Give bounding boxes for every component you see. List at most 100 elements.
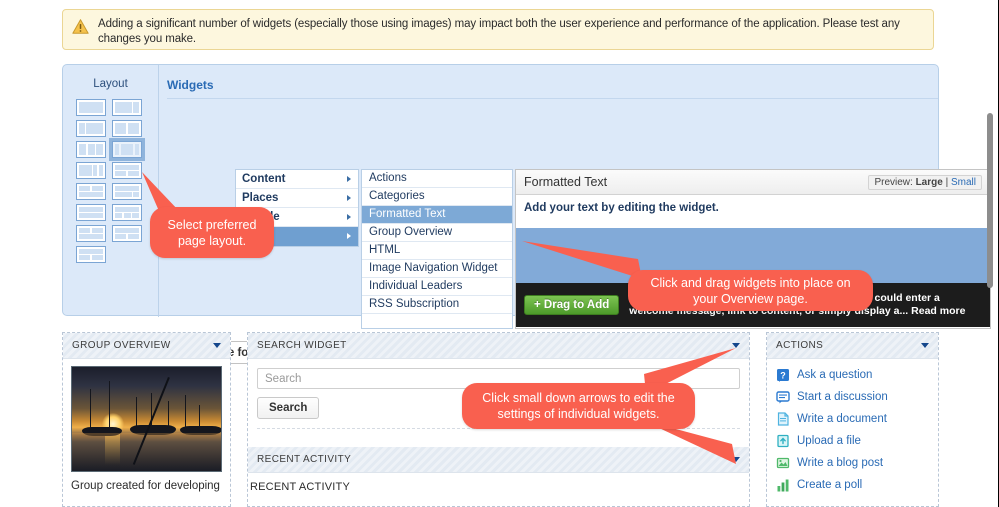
overview-column-left: GROUP OVERVIEW Group created [62,332,231,507]
layout-thumbnail-row [79,144,103,155]
warning-banner: Adding a significant number of widgets (… [62,9,934,50]
layout-thumbnail-cell [79,165,92,176]
widget-name-list[interactable]: ActionsCategoriesFormatted TextGroup Ove… [361,169,513,329]
chevron-down-icon[interactable] [921,343,929,348]
layout-thumbnail-cell [79,144,86,155]
widget-item-group-overview[interactable]: Group Overview [362,224,512,242]
widget-item-individual-leaders[interactable]: Individual Leaders [362,278,512,296]
layout-thumbnail-cell [93,165,97,176]
layout-thumbnail-cell [96,144,103,155]
widget-item-categories[interactable]: Categories [362,188,512,206]
layout-thumbnail-header-and-body[interactable] [76,204,106,221]
layout-thumbnail-wide-left-two-narrow[interactable] [76,162,106,179]
layout-thumbnail-row [79,165,103,176]
layout-thumbnail-three-equal-columns[interactable] [76,141,106,158]
page-scrollbar-thumb[interactable] [987,113,993,288]
actions-list[interactable]: ?Ask a question Start a discussion Write a… [767,359,938,496]
layout-thumbnail-cell [88,144,95,155]
layout-thumbnail-cell [135,144,139,155]
chevron-down-icon[interactable] [213,343,221,348]
preview-body-text: Add your text by editing the widget. [516,195,990,228]
layout-thumbnail-cell [115,165,139,170]
layout-thumbnail-cell [115,228,139,233]
layout-thumbnail-cell [128,171,139,176]
search-button[interactable]: Search [257,397,319,419]
widget-item-html[interactable]: HTML [362,242,512,260]
drag-callout: Click and drag widgets into place on you… [628,270,873,311]
layout-thumbnail-cell [115,192,132,197]
harbor-sunset-photo [71,366,222,472]
upload-file-icon [776,434,790,448]
layout-thumbnail-cell [115,123,126,134]
group-overview-title: GROUP OVERVIEW [72,340,171,351]
question-icon: ? [776,368,790,382]
preview-size-toggle[interactable]: Preview: Large | Small [868,175,982,190]
drag-to-add-button[interactable]: + Drag to Add [524,295,619,315]
layout-thumbnail-full-over-two-small[interactable] [76,246,106,263]
preview-toggle-large[interactable]: Large [916,177,943,188]
widget-category-label: Places [242,192,278,204]
search-widget-title: SEARCH WIDGET [257,340,347,351]
layout-thumbnail-two-equal-columns[interactable] [112,120,142,137]
layout-thumbnail-row [115,123,139,134]
layout-thumbnail-wide-left-narrow-right[interactable] [112,99,142,116]
widget-item-image-navigation-widget[interactable]: Image Navigation Widget [362,260,512,278]
poll-chart-icon [776,478,790,492]
action-create-a-poll[interactable]: Create a poll [767,474,938,496]
widgets-heading: Widgets [167,65,938,92]
layout-thumbnail-cell [92,255,103,260]
layout-thumbnail-full-header-two-columns[interactable] [112,162,142,179]
layout-thumbnail-row [115,186,139,191]
chevron-right-icon [347,195,351,201]
layout-thumbnail-cell [92,228,103,233]
layout-thumbnail-cell [115,207,139,212]
group-overview-header: GROUP OVERVIEW [63,333,230,359]
layout-thumbnail-two-columns-over-full[interactable] [76,225,106,242]
layout-thumbnail-row [115,228,139,233]
layout-thumbnail-cell [79,228,90,233]
layout-thumbnail-grid[interactable] [76,99,148,263]
layout-thumbnail-cell [79,192,103,197]
action-label: Upload a file [797,435,861,447]
layout-thumbnail-cell [115,213,122,218]
widget-item-formatted-text[interactable]: Formatted Text [362,206,512,224]
layout-thumbnail-full-over-two-columns[interactable] [112,225,142,242]
layout-thumbnail-cell [79,123,85,134]
layout-thumbnail-header-wide-narrow[interactable] [112,183,142,200]
action-upload-a-file[interactable]: Upload a file [767,430,938,452]
action-label: Start a discussion [797,391,888,403]
recent-activity-title: RECENT ACTIVITY [257,454,351,465]
layout-thumbnail-cell [132,213,139,218]
layout-thumbnail-narrow-wide-narrow[interactable] [112,141,142,158]
layout-thumbnail-cell [86,123,103,134]
layout-thumbnail-row [79,102,103,113]
actions-widget: ACTIONS ?Ask a question Start a discussio… [767,333,938,496]
layout-thumbnail-cell [133,192,139,197]
widget-item-rss-subscription[interactable]: RSS Subscription [362,296,512,314]
layout-thumbnail-cell [133,102,139,113]
layout-thumbnail-header-and-three-columns[interactable] [112,204,142,221]
action-ask-a-question[interactable]: ?Ask a question [767,364,938,386]
layout-thumbnail-one-column[interactable] [76,99,106,116]
read-more-link[interactable]: Read more [911,305,965,317]
layout-thumbnail-row [115,213,139,218]
action-start-a-discussion[interactable]: Start a discussion [767,386,938,408]
layout-thumbnail-cell [79,234,103,239]
actions-widget-title: ACTIONS [776,340,823,351]
document-icon [776,412,790,426]
layout-thumbnail-row [115,207,139,212]
layout-thumbnail-row [79,123,103,134]
layout-thumbnail-narrow-left-wide-right[interactable] [76,120,106,137]
widget-category-content[interactable]: Content [236,170,358,189]
layout-thumbnail-header-split-below[interactable] [76,183,106,200]
action-write-a-document[interactable]: Write a document [767,408,938,430]
widget-category-places[interactable]: Places [236,189,358,208]
layout-thumbnail-row [79,192,103,197]
preview-toggle-separator: | [946,177,949,188]
layout-thumbnail-cell [79,213,103,218]
preview-toggle-small[interactable]: Small [951,177,976,188]
warning-text: Adding a significant number of widgets (… [98,17,923,47]
action-write-a-blog-post[interactable]: Write a blog post [767,452,938,474]
widget-item-actions[interactable]: Actions [362,170,512,188]
layout-thumbnail-row [115,144,139,155]
